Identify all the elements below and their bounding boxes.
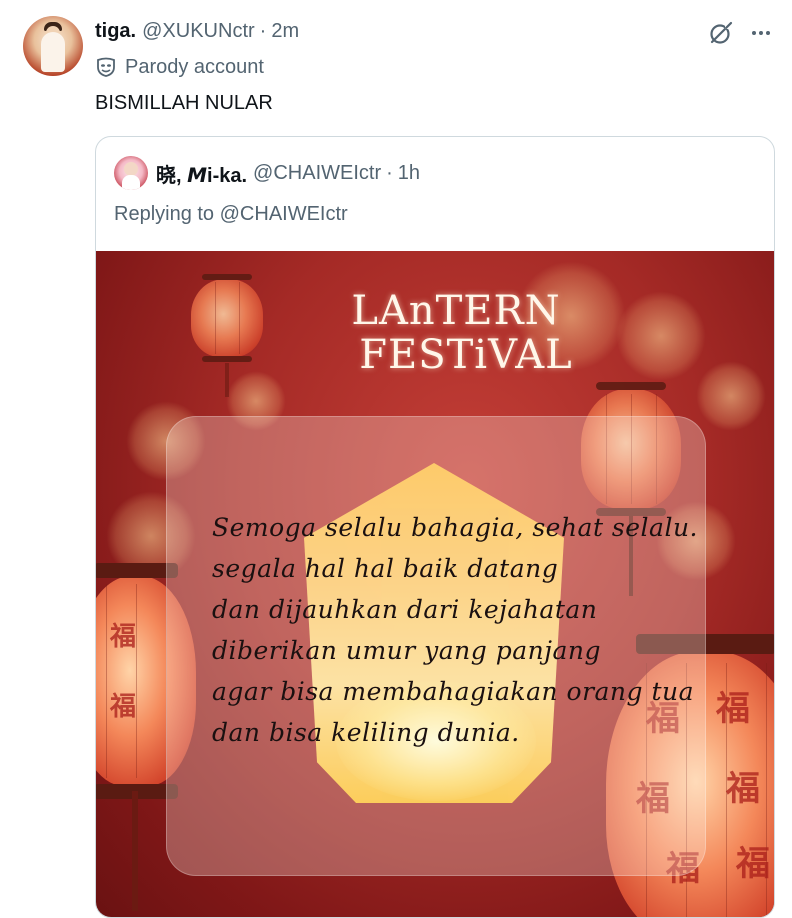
poem-line: dan bisa keliling dunia. xyxy=(212,718,520,747)
parody-text: Parody account xyxy=(125,55,264,78)
avatar-figure xyxy=(41,32,65,72)
author-avatar[interactable] xyxy=(23,16,83,76)
author-handle[interactable]: @XUKUNctr xyxy=(142,20,255,43)
tweet-text: BISMILLAH NULAR xyxy=(95,92,273,114)
bokeh-light xyxy=(696,361,766,431)
quoted-media-image[interactable]: 福 福 福 福 福 福 福 福 LAnTERN FESTiVAL Semoga … xyxy=(96,251,774,917)
quoted-tweet-header: 晓, 𝙈i-ka. @CHAIWEIctr · 1h xyxy=(114,156,420,190)
quoted-author-handle[interactable]: @CHAIWEIctr xyxy=(253,162,381,185)
author-name[interactable]: tiga. xyxy=(95,20,136,43)
lantern-character: 福 xyxy=(716,689,750,729)
poem-line: dan dijauhkan dari kejahatan xyxy=(212,595,598,624)
lantern-rib xyxy=(238,282,240,354)
grok-icon[interactable] xyxy=(708,20,734,46)
quoted-tweet-card[interactable]: 晓, 𝙈i-ka. @CHAIWEIctr · 1h Replying to @… xyxy=(95,136,775,918)
more-dot xyxy=(752,31,756,35)
title-line-2: FESTiVAL xyxy=(359,332,573,378)
more-dot xyxy=(759,31,763,35)
lantern-rib xyxy=(214,282,216,354)
lantern-tassel xyxy=(132,791,138,911)
poem-line: segala hal hal baik datang xyxy=(212,554,559,583)
replying-to: Replying to @CHAIWEIctr xyxy=(114,201,348,227)
lantern-character: 福 xyxy=(736,844,770,884)
poem-line: agar bisa membahagiakan orang tua xyxy=(212,677,695,706)
mask-icon xyxy=(97,57,115,77)
separator-dot: · xyxy=(259,19,267,42)
replying-handle-link[interactable]: @CHAIWEIctr xyxy=(220,203,348,225)
greeting-poem: Semoga selalu bahagia, sehat selalu. seg… xyxy=(212,507,712,753)
festival-title: LAnTERN FESTiVAL xyxy=(296,289,616,377)
separator-dot: · xyxy=(386,161,393,184)
lantern-character: 福 xyxy=(110,692,137,722)
more-icon[interactable] xyxy=(748,20,774,46)
avatar-face xyxy=(124,162,138,176)
poem-line: diberikan umur yang panjang xyxy=(212,636,602,665)
title-line-1: LAnTERN xyxy=(351,288,561,334)
poem-line: Semoga selalu bahagia, sehat selalu. xyxy=(212,513,699,542)
quoted-author-name[interactable]: 晓, 𝙈i-ka. xyxy=(156,159,247,188)
more-dot xyxy=(766,31,770,35)
lantern-character: 福 xyxy=(110,622,137,652)
tweet-timestamp[interactable]: 2m xyxy=(271,20,299,43)
tweet-header: tiga. @XUKUNctr · 2m xyxy=(95,18,299,44)
bokeh-light xyxy=(616,291,706,381)
quoted-author-avatar[interactable] xyxy=(114,156,148,190)
lantern-top-left xyxy=(191,274,263,362)
replying-prefix: Replying to xyxy=(114,203,215,225)
avatar-body xyxy=(122,175,140,190)
lantern-character: 福 xyxy=(726,769,760,809)
quoted-timestamp[interactable]: 1h xyxy=(398,162,420,185)
lantern-tassel xyxy=(225,363,229,397)
lantern-rib xyxy=(106,584,107,778)
parody-label: Parody account xyxy=(95,54,264,80)
lantern-rib xyxy=(136,584,137,778)
